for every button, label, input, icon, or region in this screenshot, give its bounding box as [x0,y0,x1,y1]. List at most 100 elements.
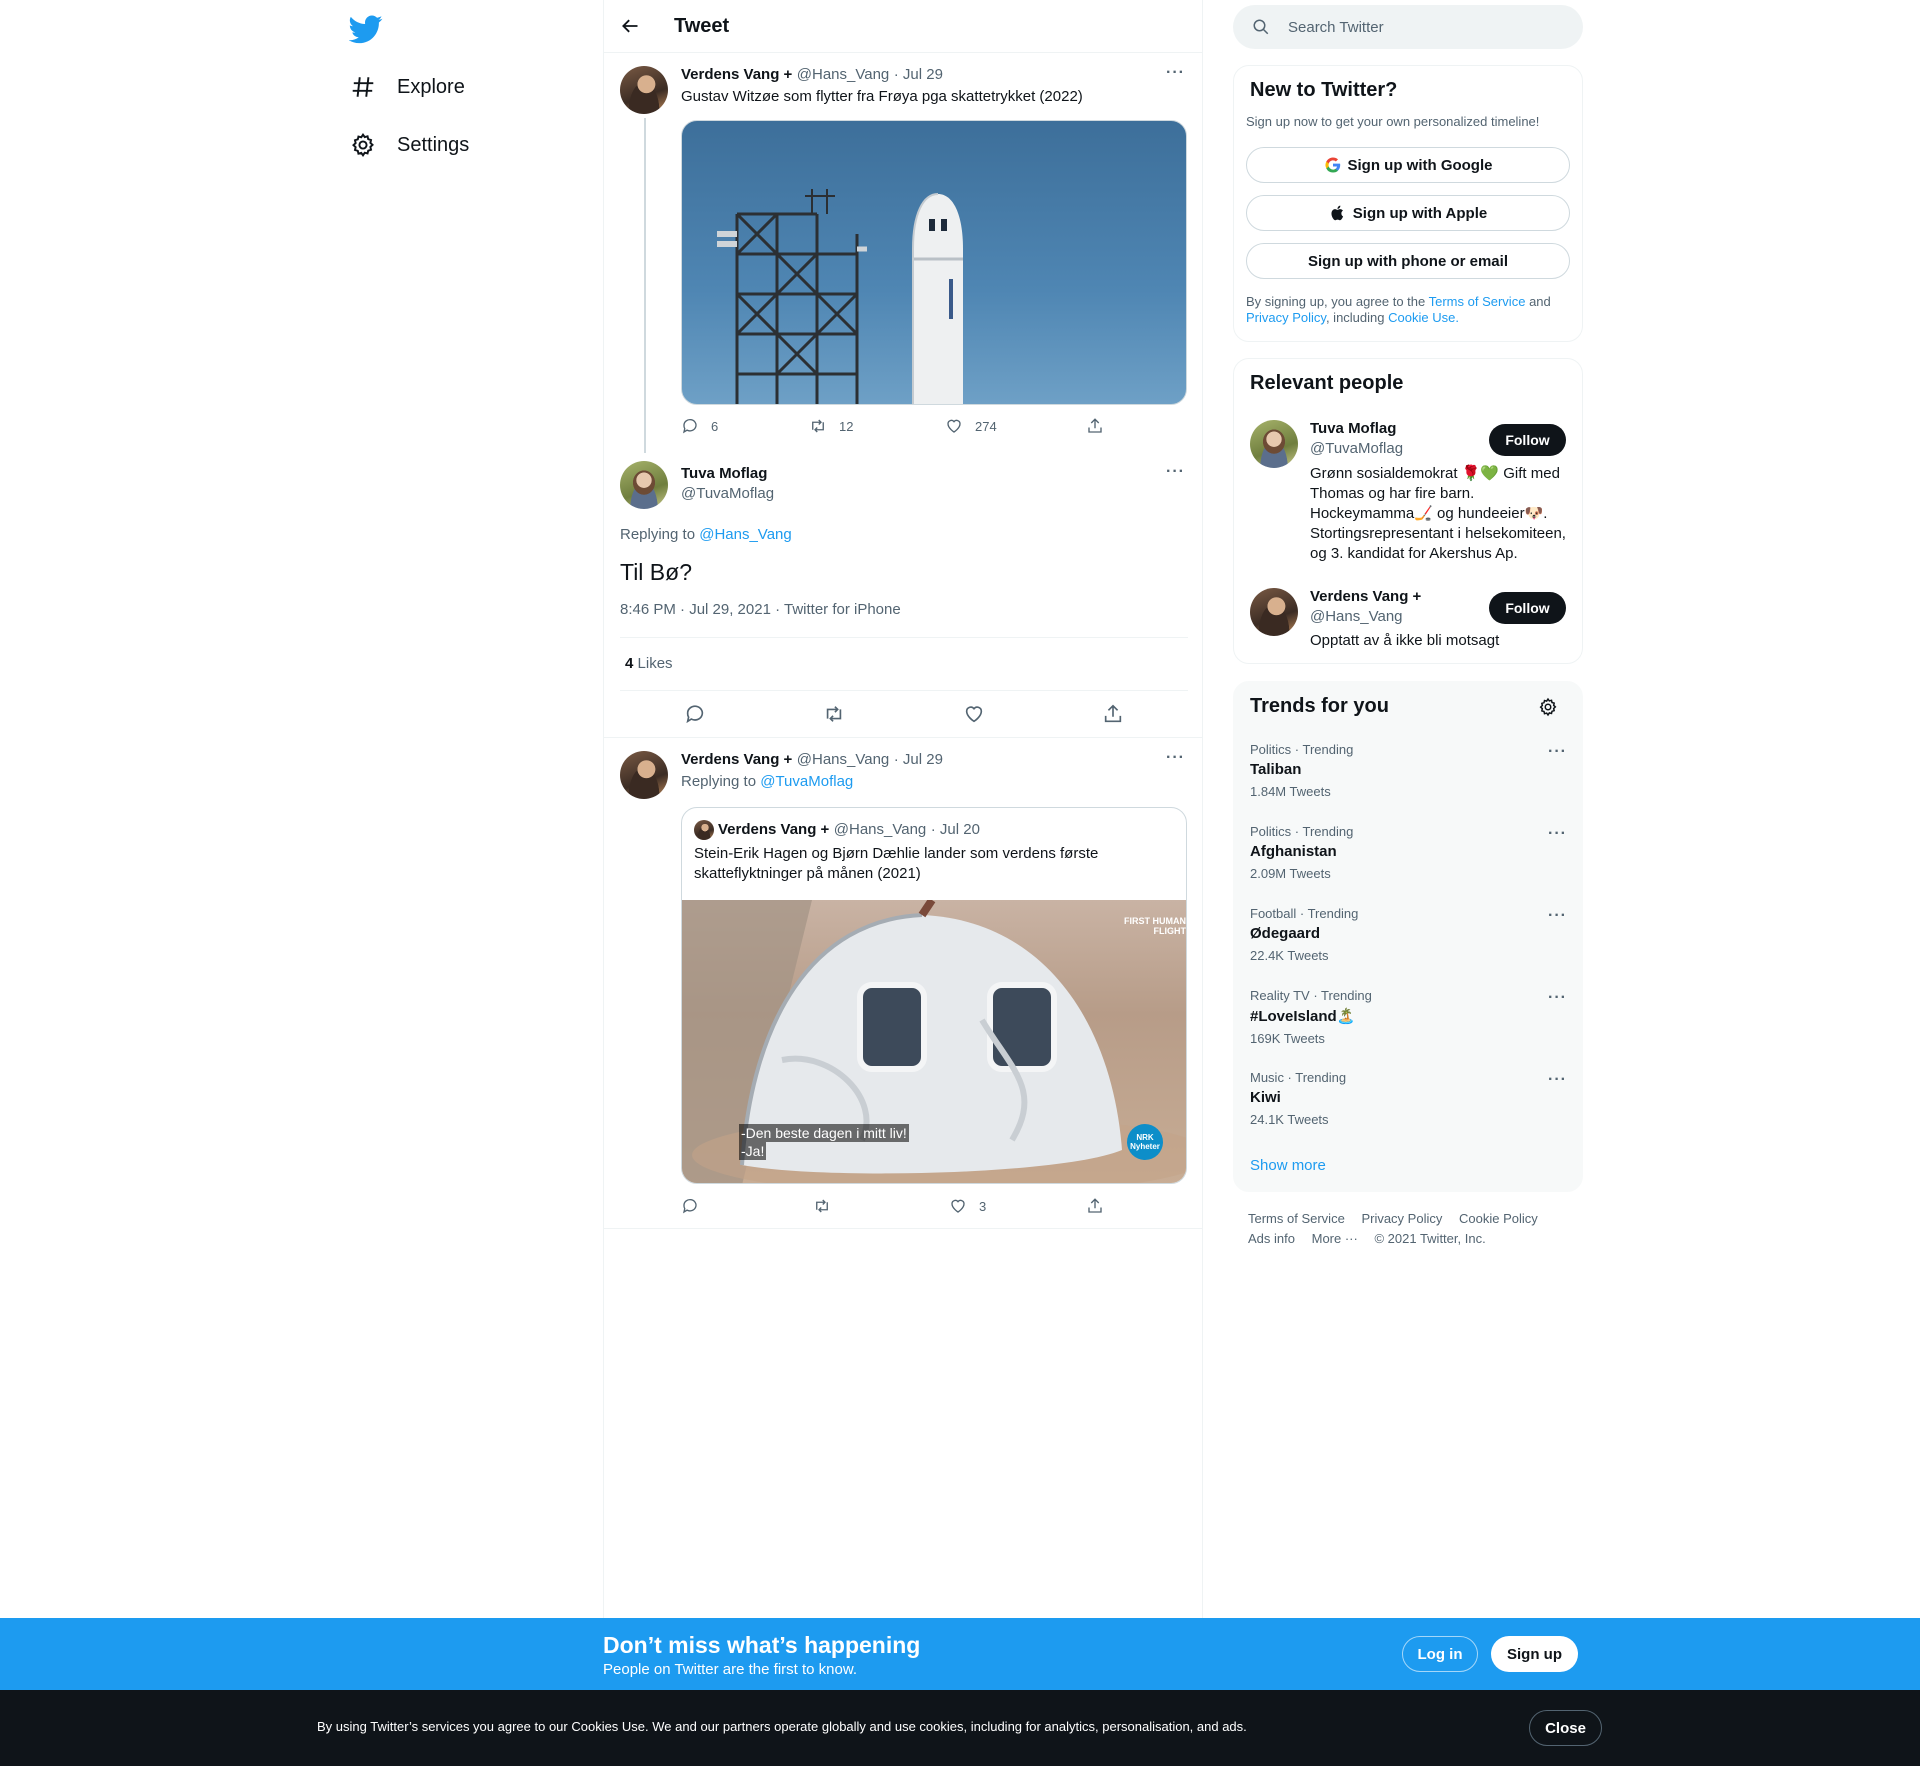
trend-item[interactable]: Football · Trending Ødegaard 22.4K Tweet… [1250,906,1358,963]
more-icon[interactable]: ··· [1548,907,1567,925]
terms-link[interactable]: Terms of Service [1429,294,1526,309]
tweet-header: Verdens Vang + @Hans_Vang · Jul 29 [681,66,943,84]
signup-button[interactable]: Sign up [1491,1636,1578,1672]
cookie-banner: By using Twitter’s services you agree to… [0,1690,1920,1766]
cookie-link[interactable]: Cookie Use. [1388,310,1459,325]
twitter-logo-icon[interactable] [349,12,383,46]
author-handle[interactable]: @TuvaMoflag [681,485,774,502]
subtitle-line1: -Den beste dagen i mitt liv! [739,1124,909,1142]
tweet-date[interactable]: · Jul 29 [894,751,943,768]
avatar[interactable] [1250,420,1298,468]
trend-item[interactable]: Politics · Trending Taliban 1.84M Tweets [1250,742,1353,799]
badge-line1: NRK [1136,1133,1154,1142]
more-icon[interactable]: ··· [1548,1071,1567,1089]
trend-item[interactable]: Reality TV · Trending #LoveIsland🏝️ 169K… [1250,988,1372,1046]
person-handle[interactable]: @Hans_Vang [1310,608,1403,625]
show-more-link[interactable]: Show more [1250,1157,1326,1174]
more-icon[interactable]: ··· [1166,64,1185,82]
more-icon[interactable]: ··· [1548,989,1567,1007]
share-button[interactable] [1102,703,1124,725]
like-button[interactable]: 3 [949,1197,986,1215]
replying-to-link[interactable]: @Hans_Vang [699,526,792,543]
trend-item[interactable]: Politics · Trending Afghanistan 2.09M Tw… [1250,824,1353,881]
replying-to-label: Replying to [620,526,696,543]
tweet-media-image[interactable] [681,120,1187,405]
retweet-button[interactable]: 12 [809,417,853,435]
more-icon[interactable]: ··· [1166,463,1185,481]
person-name[interactable]: Tuva Moflag [1310,420,1396,437]
retweet-button[interactable] [823,703,845,725]
quote-text-line2: skatteflyktninger på månen (2021) [694,865,921,882]
share-button[interactable] [1086,1197,1104,1215]
likes-stat[interactable]: 4 Likes [625,655,673,672]
search-box[interactable]: Search Twitter [1233,5,1583,49]
like-button[interactable]: 274 [945,417,997,435]
avatar[interactable] [620,66,668,114]
avatar[interactable] [620,461,668,509]
signup-apple-label: Sign up with Apple [1352,204,1488,222]
signup-google-button[interactable]: Sign up with Google [1246,147,1570,183]
trend-item[interactable]: Music · Trending Kiwi 24.1K Tweets [1250,1070,1346,1127]
like-button[interactable] [963,703,985,725]
nav-explore[interactable]: Explore [350,67,465,107]
avatar[interactable] [620,751,668,799]
footer-privacy-link[interactable]: Privacy Policy [1361,1211,1442,1226]
share-button[interactable] [1086,417,1104,435]
quoted-tweet[interactable]: Verdens Vang + @Hans_Vang · Jul 20 Stein… [681,807,1187,1184]
banner-subtitle: People on Twitter are the first to know. [603,1661,858,1678]
like-count: 3 [979,1198,987,1214]
trend-category: Reality TV · Trending [1250,988,1372,1003]
gear-icon[interactable] [1538,697,1558,717]
overlay-line1: FIRST HUMAN [1124,916,1186,926]
login-button[interactable]: Log in [1402,1636,1478,1672]
footer-ads-link[interactable]: Ads info [1248,1231,1295,1246]
retweet-button[interactable] [813,1197,831,1215]
more-icon[interactable]: ··· [1548,825,1567,843]
overlay-line2: FLIGHT [1153,926,1187,936]
quote-text-line1: Stein-Erik Hagen og Bjørn Dæhlie lander … [694,845,1099,862]
search-input[interactable]: Search Twitter [1288,19,1384,36]
person-handle[interactable]: @TuvaMoflag [1310,440,1403,457]
person-bio: Grønn sosialdemokrat 🌹💚 Gift med Thomas … [1310,464,1566,564]
more-icon[interactable]: ··· [1548,743,1567,761]
author-handle[interactable]: @Hans_Vang [797,66,890,83]
replying-to-link[interactable]: @TuvaMoflag [760,773,853,790]
trend-category: Politics · Trending [1250,742,1354,757]
trend-name: Afghanistan [1250,843,1337,860]
signup-google-label: Sign up with Google [1347,156,1493,174]
footer-more-link[interactable]: More ··· [1312,1231,1358,1246]
tweet-date[interactable]: · Jul 29 [894,66,943,83]
signup-apple-button[interactable]: Sign up with Apple [1246,195,1570,231]
nav-settings[interactable]: Settings [350,125,469,165]
avatar[interactable] [1250,588,1298,636]
more-icon[interactable]: ··· [1166,749,1185,767]
author-name[interactable]: Tuva Moflag [681,465,767,482]
author-handle[interactable]: @Hans_Vang [797,751,890,768]
back-arrow-icon[interactable] [620,16,640,36]
hashtag-icon [352,77,374,97]
reply-button[interactable] [681,1197,699,1215]
footer-cookie-link[interactable]: Cookie Policy [1459,1211,1538,1226]
author-handle: @Hans_Vang [833,821,927,838]
author-name[interactable]: Verdens Vang + [681,66,792,83]
likes-label: Likes [637,655,673,672]
bio-line: Hockeymamma🏒 og hundeeier🐶. [1310,505,1548,522]
follow-button[interactable]: Follow [1489,424,1566,456]
tweet-timestamp[interactable]: 8:46 PM · Jul 29, 2021 · Twitter for iPh… [620,601,901,618]
nav-explore-label: Explore [397,75,465,98]
legal-text: By signing up, you agree to the Terms of… [1246,294,1572,326]
signup-phone-button[interactable]: Sign up with phone or email [1246,243,1570,279]
subtitle-line2: -Ja! [739,1142,767,1160]
quote-media-image[interactable]: FIRST HUMAN FLIGHT -Den beste dagen i mi… [682,900,1187,1183]
author-name[interactable]: Verdens Vang + [681,751,792,768]
person-name[interactable]: Verdens Vang + [1310,588,1421,605]
footer-terms-link[interactable]: Terms of Service [1248,1211,1345,1226]
close-button[interactable]: Close [1529,1710,1602,1746]
bio-line: og 3. kandidat for Akershus Ap. [1310,545,1518,562]
privacy-link[interactable]: Privacy Policy [1246,310,1326,325]
footer-links-row2: Ads info More ··· © 2021 Twitter, Inc. [1248,1231,1499,1246]
follow-button[interactable]: Follow [1489,592,1566,624]
reply-button[interactable] [684,703,706,725]
nrk-badge: NRK Nyheter [1127,1124,1163,1160]
reply-button[interactable]: 6 [681,417,718,435]
